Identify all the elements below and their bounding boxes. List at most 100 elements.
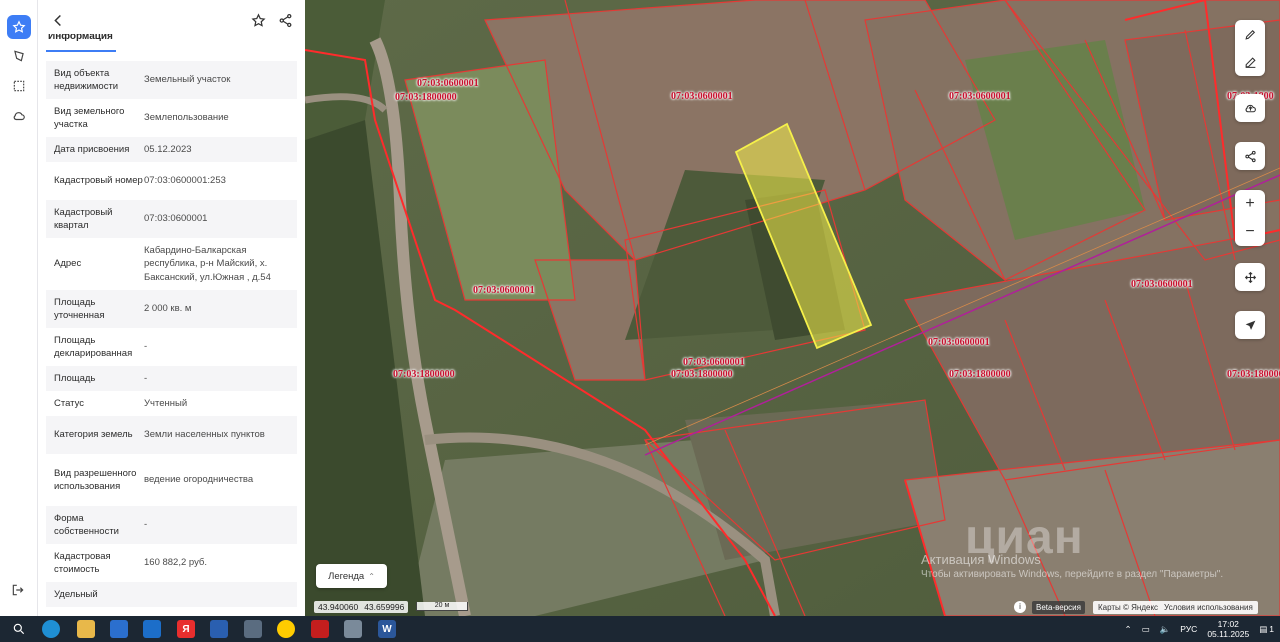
select-rail-button[interactable] bbox=[7, 74, 31, 98]
cloud-rail-button[interactable] bbox=[7, 104, 31, 128]
info-icon[interactable]: i bbox=[1014, 601, 1026, 613]
attribution-text: Карты © Яндекс bbox=[1098, 603, 1159, 612]
map-view[interactable]: циан Активация Windows Чтобы активироват… bbox=[305, 0, 1280, 616]
network-icon[interactable]: ▭ bbox=[1142, 624, 1150, 635]
yandex-icon[interactable]: Я bbox=[177, 620, 195, 638]
clock[interactable]: 17:02 05.11.2025 bbox=[1207, 619, 1249, 639]
property-value: Земли населенных пунктов bbox=[144, 429, 265, 441]
property-row: Дата присвоения 05.12.2023 bbox=[46, 137, 297, 162]
beta-badge: Beta-версия bbox=[1032, 601, 1085, 614]
cadastral-label: 07:03:0600001 bbox=[683, 357, 745, 368]
zoom-control: + − bbox=[1235, 190, 1265, 246]
property-key: Адрес bbox=[54, 258, 82, 270]
mail-icon[interactable] bbox=[143, 620, 161, 638]
zoom-out-button[interactable]: − bbox=[1235, 218, 1265, 246]
favorite-button[interactable] bbox=[248, 10, 268, 30]
property-row: Категория земель Земли населенных пунктов bbox=[46, 416, 297, 454]
cadastral-label: 07:03:1800000 bbox=[395, 92, 457, 103]
property-row: Вид разрешенного использования ведение ог… bbox=[46, 454, 297, 506]
locate-button[interactable] bbox=[1235, 311, 1265, 339]
property-key: Кадастровый номер bbox=[54, 175, 143, 187]
notifications-button[interactable]: ▤ 1 bbox=[1259, 624, 1274, 635]
property-value: - bbox=[144, 519, 148, 531]
move-icon bbox=[1244, 271, 1256, 283]
move-button[interactable] bbox=[1235, 263, 1265, 291]
cadastral-label: 07:03:1800000 bbox=[671, 369, 733, 380]
share-button[interactable] bbox=[275, 10, 295, 30]
property-key: Удельный bbox=[54, 588, 98, 600]
map-attribution: Карты © Яндекс Условия использования bbox=[1093, 601, 1258, 614]
property-value: 07:03:0600001:253 bbox=[144, 175, 226, 187]
property-row: Статус Учтенный bbox=[46, 391, 297, 416]
property-value: ведение огородничества bbox=[144, 474, 254, 486]
cadastral-label: 07:03:0600001 bbox=[671, 91, 733, 102]
search-icon[interactable] bbox=[10, 620, 28, 638]
property-key: Вид объекта недвижимости bbox=[54, 67, 119, 93]
calculator-icon[interactable] bbox=[244, 620, 262, 638]
property-value: 160 882,2 руб. bbox=[144, 557, 208, 569]
selection-icon bbox=[13, 80, 25, 92]
latitude: 43.940060 bbox=[318, 602, 359, 612]
property-row: Вид объекта недвижимости Земельный участо… bbox=[46, 61, 297, 99]
windows-taskbar: Я W ⌃ ▭ 🔈 РУС 17:02 05.11.2025 ▤ 1 bbox=[0, 616, 1280, 642]
tray-chevron-icon[interactable]: ⌃ bbox=[1125, 624, 1132, 635]
property-key: Вид разрешенного использования bbox=[54, 467, 137, 493]
store-icon[interactable] bbox=[110, 620, 128, 638]
word-icon[interactable]: W bbox=[378, 620, 396, 638]
volume-icon[interactable]: 🔈 bbox=[1160, 624, 1171, 635]
zoom-in-button[interactable]: + bbox=[1235, 190, 1265, 218]
clock-time: 17:02 bbox=[1217, 619, 1239, 629]
property-value: 05.12.2023 bbox=[144, 143, 192, 155]
share-icon bbox=[279, 13, 291, 27]
property-key: Категория земель bbox=[54, 429, 133, 441]
notification-count: 1 bbox=[1269, 624, 1274, 634]
property-value: Землепользование bbox=[144, 112, 229, 124]
pan-tool bbox=[1235, 263, 1265, 291]
favorites-rail-button[interactable] bbox=[7, 15, 31, 39]
property-key: Площадь уточненная bbox=[54, 296, 105, 322]
calendar-icon[interactable] bbox=[210, 620, 228, 638]
cadastral-label: 07:03:0600001 bbox=[928, 337, 990, 348]
legend-label: Легенда bbox=[328, 570, 365, 582]
property-key: Кадастровый квартал bbox=[54, 206, 113, 232]
back-button[interactable] bbox=[48, 10, 68, 30]
upload-button[interactable] bbox=[1235, 94, 1265, 122]
legend-button[interactable]: Легенда ⌃ bbox=[316, 564, 387, 588]
edit-tools bbox=[1235, 20, 1265, 76]
cadastral-label: 07:03:0600001 bbox=[1131, 279, 1193, 290]
property-value: 07:03:0600001 bbox=[144, 213, 208, 225]
edge-icon[interactable] bbox=[42, 620, 60, 638]
language-indicator[interactable]: РУС bbox=[1180, 624, 1197, 634]
star-outline-icon bbox=[250, 12, 266, 27]
system-tray: ⌃ ▭ 🔈 РУС 17:02 05.11.2025 ▤ 1 bbox=[1125, 616, 1274, 642]
clock-date: 05.11.2025 bbox=[1207, 629, 1250, 639]
property-row: Вид земельного участка Землепользование bbox=[46, 99, 297, 137]
upload-tool bbox=[1235, 94, 1265, 122]
longitude: 43.659996 bbox=[364, 602, 405, 612]
draw-area-rail-button[interactable] bbox=[7, 44, 31, 68]
acrobat-icon[interactable] bbox=[311, 620, 329, 638]
yandex-browser-icon[interactable] bbox=[277, 620, 295, 638]
property-key: Площадь декларированная bbox=[54, 334, 133, 360]
photo-app-icon[interactable] bbox=[344, 620, 362, 638]
panel-header: Информация bbox=[38, 0, 305, 52]
cadastral-label: 07:03:0600001 bbox=[417, 78, 479, 89]
property-row: Кадастровый номер 07:03:0600001:253 bbox=[46, 162, 297, 200]
property-key: Площадь bbox=[54, 372, 96, 384]
file-explorer-icon[interactable] bbox=[77, 620, 95, 638]
tab-information[interactable]: Информация bbox=[48, 34, 113, 48]
edit-button[interactable] bbox=[1235, 48, 1265, 76]
logout-button[interactable] bbox=[11, 583, 25, 597]
map-share-button[interactable] bbox=[1235, 142, 1265, 170]
property-value: Кабардино-Балкарская республика, р-н Май… bbox=[144, 244, 271, 283]
terms-link[interactable]: Условия использования bbox=[1164, 603, 1253, 612]
windows-activation-subtitle: Чтобы активировать Windows, перейдите в … bbox=[921, 569, 1224, 580]
ruler-button[interactable] bbox=[1235, 20, 1265, 48]
property-key: Дата присвоения bbox=[54, 143, 130, 155]
star-icon bbox=[12, 20, 26, 33]
polygon-icon bbox=[14, 50, 24, 62]
cadastral-label: 07:03:0600001 bbox=[473, 285, 535, 296]
property-row: Удельный bbox=[46, 582, 297, 607]
property-value: - bbox=[144, 372, 148, 384]
edit-icon bbox=[1245, 56, 1256, 68]
